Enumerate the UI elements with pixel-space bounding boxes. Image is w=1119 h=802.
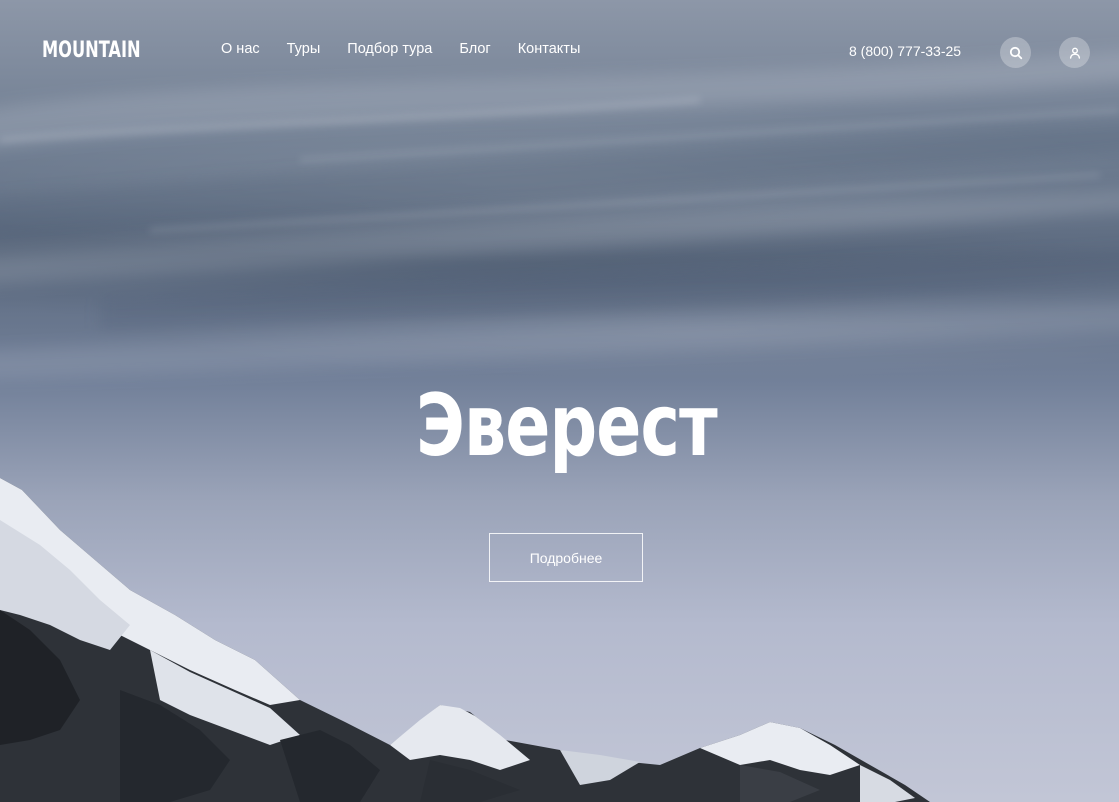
nav-item-contacts[interactable]: Контакты: [518, 41, 581, 57]
search-icon: [1009, 46, 1022, 59]
nav-item-tours[interactable]: Туры: [287, 41, 321, 57]
phone-link[interactable]: 8 (800) 777-33-25: [849, 43, 961, 59]
nav-item-blog[interactable]: Блог: [459, 41, 490, 57]
user-account-button[interactable]: [1059, 37, 1090, 68]
main-nav: О нас Туры Подбор тура Блог Контакты: [221, 41, 607, 57]
logo[interactable]: MOUNTAIN: [42, 38, 141, 63]
nav-item-about[interactable]: О нас: [221, 41, 260, 57]
search-button[interactable]: [1000, 37, 1031, 68]
more-details-button[interactable]: Подробнее: [489, 533, 643, 582]
user-icon: [1069, 47, 1080, 59]
hero-title: Эверест: [416, 376, 718, 476]
nav-item-tour-selection[interactable]: Подбор тура: [347, 41, 432, 57]
